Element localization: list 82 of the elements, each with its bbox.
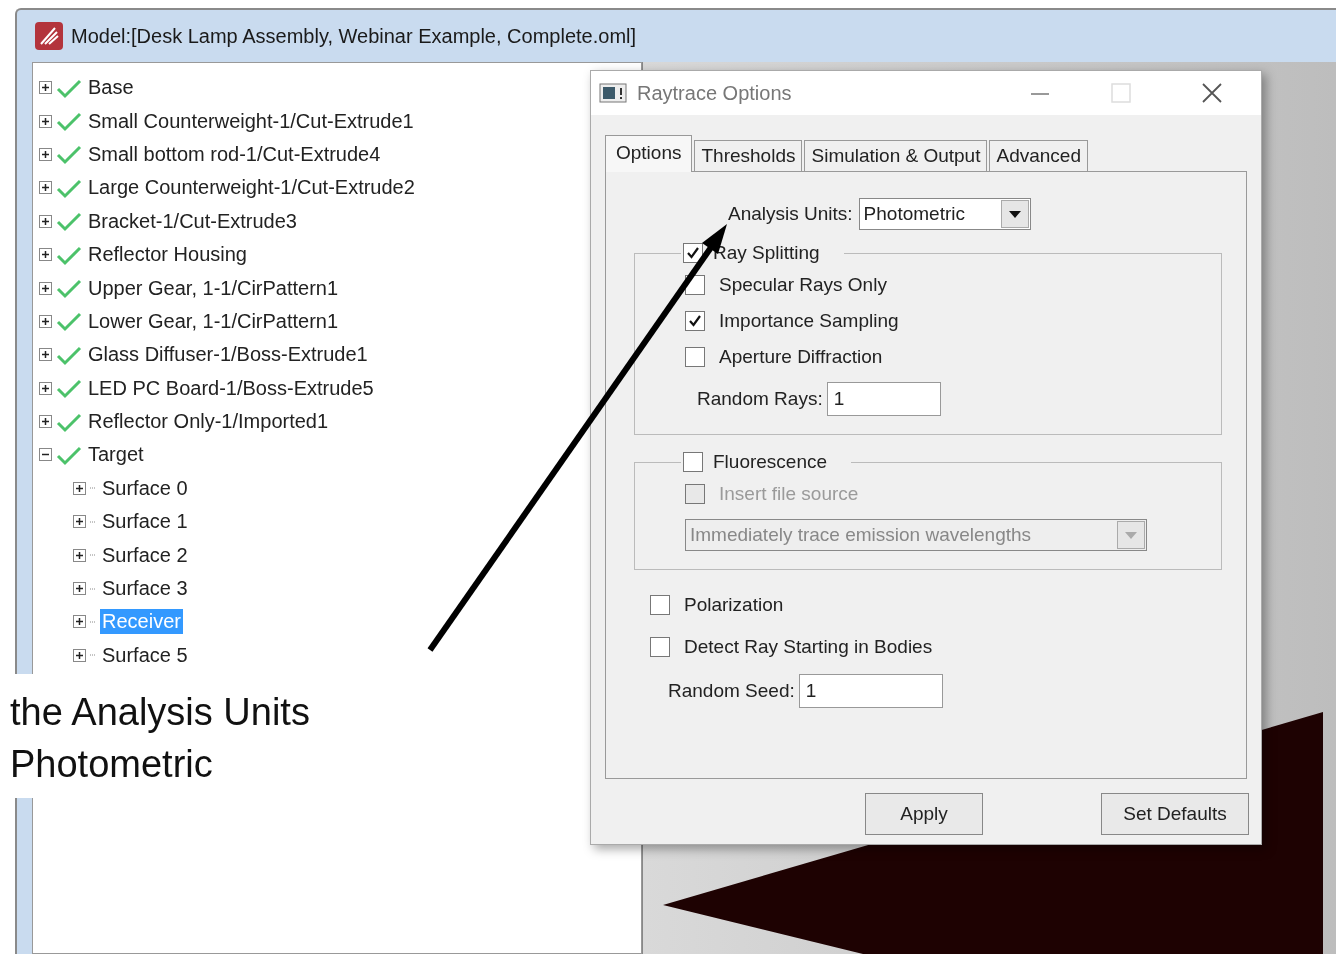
expand-icon[interactable] bbox=[39, 248, 52, 262]
tree-item[interactable]: Bracket-1/Cut-Extrude3 bbox=[86, 208, 299, 234]
window-title: Model:[Desk Lamp Assembly, Webinar Example, Complete.oml] bbox=[71, 24, 637, 48]
expand-icon[interactable] bbox=[39, 114, 52, 128]
tree-item[interactable]: Reflector Only-1/Imported1 bbox=[86, 409, 331, 435]
field-label: Random Seed: bbox=[668, 680, 795, 702]
tree-item[interactable]: Glass Diffuser-1/Boss-Extrude1 bbox=[86, 342, 370, 368]
tree-connector-icon bbox=[90, 520, 96, 523]
tree-item[interactable]: Surface 1 bbox=[100, 509, 190, 535]
expand-icon[interactable] bbox=[39, 147, 52, 161]
check-icon bbox=[56, 110, 82, 133]
checkbox[interactable] bbox=[685, 347, 705, 367]
tree-item[interactable]: Surface 3 bbox=[100, 576, 190, 602]
expand-icon[interactable] bbox=[73, 548, 86, 562]
checkbox-label: Specular Rays Only bbox=[719, 274, 887, 296]
check-icon bbox=[56, 277, 82, 300]
expand-icon[interactable] bbox=[73, 515, 86, 529]
expand-icon[interactable] bbox=[39, 415, 52, 429]
checkbox-label: Detect Ray Starting in Bodies bbox=[684, 636, 933, 658]
tree-item[interactable]: Target bbox=[86, 442, 146, 468]
tab[interactable]: Advanced bbox=[989, 140, 1088, 172]
check-icon bbox=[56, 210, 82, 233]
tree-item[interactable]: Reflector Housing bbox=[86, 242, 249, 268]
expand-icon[interactable] bbox=[73, 615, 86, 629]
tree-connector-icon bbox=[90, 554, 96, 557]
tree-item[interactable]: Small Counterweight-1/Cut-Extrude1 bbox=[86, 108, 416, 134]
expand-icon[interactable] bbox=[39, 314, 52, 328]
apply-button[interactable]: Apply bbox=[865, 793, 983, 835]
random-rays-field[interactable]: 1 bbox=[826, 382, 941, 416]
checkbox-label: Insert file source bbox=[719, 483, 859, 505]
tree-item[interactable]: Upper Gear, 1-1/CirPattern1 bbox=[86, 275, 341, 301]
expand-icon[interactable] bbox=[39, 281, 52, 295]
expand-icon[interactable] bbox=[39, 181, 52, 195]
expand-icon[interactable] bbox=[39, 381, 52, 395]
dialog-title: Raytrace Options bbox=[637, 81, 793, 105]
check-icon bbox=[56, 444, 82, 466]
close-icon[interactable] bbox=[1201, 82, 1223, 104]
tree-item[interactable]: Base bbox=[86, 75, 136, 101]
tree-item[interactable]: Large Counterweight-1/Cut-Extrude2 bbox=[86, 175, 417, 201]
checkbox-label: Importance Sampling bbox=[719, 310, 899, 332]
tab[interactable]: Options bbox=[605, 135, 693, 172]
check-icon bbox=[56, 143, 82, 166]
app-logo-icon bbox=[35, 22, 63, 50]
random-seed-field[interactable]: 1 bbox=[798, 674, 943, 708]
caret-icon bbox=[1008, 210, 1021, 218]
tree-item[interactable]: Surface 5 bbox=[100, 642, 190, 668]
tab[interactable]: Simulation & Output bbox=[804, 140, 988, 172]
expand-icon[interactable] bbox=[73, 648, 86, 662]
annotation-text: the Analysis Units bbox=[10, 690, 311, 735]
field-label: Random Rays: bbox=[697, 388, 823, 410]
set-defaults-button[interactable]: Set Defaults bbox=[1101, 793, 1249, 835]
dialog-icon bbox=[599, 83, 627, 103]
tree-connector-icon bbox=[90, 487, 96, 490]
annotation-text: Photometric bbox=[10, 742, 214, 787]
expand-icon[interactable] bbox=[39, 214, 52, 228]
check-icon bbox=[56, 377, 82, 400]
analysis-units-select[interactable]: Photometric bbox=[858, 198, 1031, 230]
checkbox-label: Fluorescence bbox=[713, 451, 828, 473]
tree-item[interactable]: Lower Gear, 1-1/CirPattern1 bbox=[86, 308, 341, 334]
check-icon bbox=[56, 310, 82, 333]
tree-connector-icon bbox=[90, 654, 96, 657]
expand-icon[interactable] bbox=[39, 81, 52, 95]
checkbox[interactable] bbox=[685, 311, 705, 331]
checkbox-label: Aperture Diffraction bbox=[719, 346, 883, 368]
checkbox-label: Polarization bbox=[684, 594, 784, 616]
collapse-icon[interactable] bbox=[39, 448, 52, 462]
tree-item[interactable]: LED PC Board-1/Boss-Extrude5 bbox=[86, 375, 376, 401]
checkbox[interactable] bbox=[683, 243, 703, 263]
checkbox[interactable] bbox=[650, 595, 670, 615]
caret-icon bbox=[1125, 531, 1137, 539]
expand-icon[interactable] bbox=[73, 481, 86, 495]
tree-connector-icon bbox=[90, 587, 96, 590]
field-label: Analysis Units: bbox=[728, 203, 853, 225]
expand-icon[interactable] bbox=[73, 582, 86, 596]
expand-icon[interactable] bbox=[39, 348, 52, 362]
tree-item[interactable]: Small bottom rod-1/Cut-Extrude4 bbox=[86, 141, 383, 167]
tree-item[interactable]: Surface 2 bbox=[100, 542, 190, 568]
checkbox[interactable] bbox=[683, 452, 703, 472]
tab[interactable]: Thresholds bbox=[694, 140, 803, 172]
tree-item[interactable]: Surface 0 bbox=[100, 475, 190, 501]
tree-connector-icon bbox=[90, 620, 96, 623]
checkbox[interactable] bbox=[650, 637, 670, 657]
